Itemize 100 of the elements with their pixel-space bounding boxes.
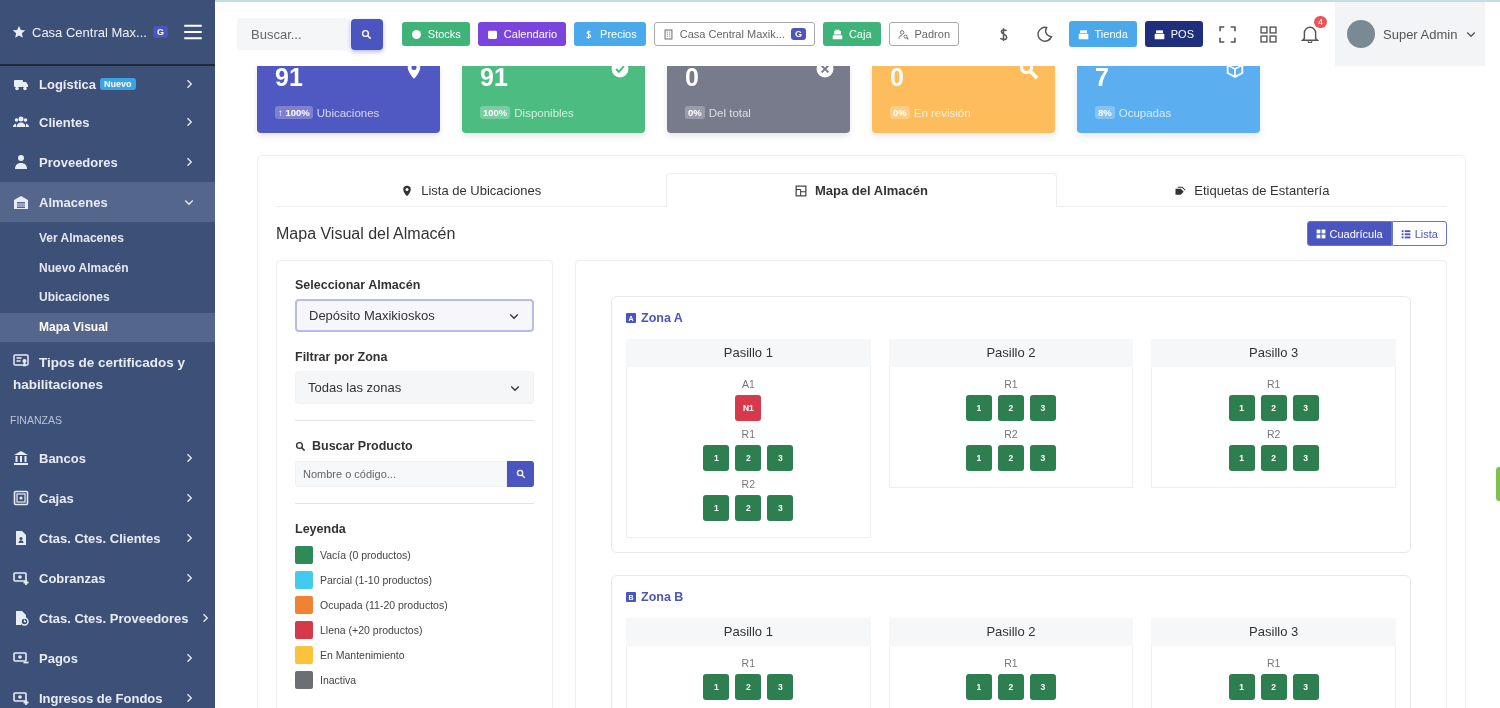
stat-badge: 0% — [890, 106, 910, 119]
sidebar-item[interactable]: Cajas — [0, 478, 215, 518]
sidebar-item[interactable]: Pagos — [0, 638, 215, 678]
aisle-header: Pasillo 1 — [626, 339, 871, 367]
sidebar-item[interactable]: Ctas. Ctes. Proveedores — [0, 598, 215, 638]
moon-icon — [1035, 25, 1053, 43]
location-cell[interactable]: 1 — [1228, 445, 1255, 471]
users-icon — [13, 114, 29, 130]
submenu-item[interactable]: Mapa Visual — [0, 312, 215, 342]
sidebar-item[interactable]: Bancos — [0, 438, 215, 478]
sidebar-item[interactable]: Ingresos de Fondos — [0, 678, 215, 708]
location-cell[interactable]: 3 — [1030, 395, 1056, 421]
notification-badge: 4 — [1314, 16, 1327, 28]
rack-label: R1 — [1004, 378, 1018, 390]
tab[interactable]: Lista de Ubicaciones — [276, 173, 667, 207]
location-cell[interactable]: 2 — [1260, 395, 1287, 421]
sidebar-item[interactable]: Clientes — [0, 102, 215, 142]
location-cell[interactable]: 2 — [998, 395, 1024, 421]
location-cell[interactable]: 1 — [966, 674, 992, 700]
search-button[interactable] — [350, 18, 383, 50]
section-title: Mapa Visual del Almacén — [276, 224, 456, 243]
location-cell[interactable]: 2 — [735, 445, 762, 471]
money-plus-icon — [13, 690, 29, 706]
submenu-item[interactable]: Nuevo Almacén — [0, 253, 215, 283]
toolbar-button[interactable]: Precios — [574, 22, 646, 46]
legend-title: Leyenda — [295, 522, 347, 536]
sidebar-item-label: Proveedores — [39, 154, 118, 170]
location-cell[interactable]: 1 — [966, 445, 992, 471]
submenu-item[interactable]: Ubicaciones — [0, 283, 215, 313]
toolbar-button[interactable]: Calendario — [477, 22, 567, 46]
sidebar-item[interactable]: Almacenes — [0, 182, 215, 222]
user-menu[interactable]: Super Admin — [1335, 2, 1485, 66]
new-badge: Nuevo — [100, 78, 136, 90]
field-label: Buscar Producto — [312, 439, 413, 453]
stat-value: 91 — [480, 66, 508, 88]
sidebar-item[interactable]: Logística Nuevo — [0, 66, 215, 102]
location-cell[interactable]: 2 — [735, 674, 762, 700]
tab[interactable]: Etiquetas de Estantería — [1056, 173, 1447, 207]
location-cell[interactable]: 3 — [1292, 674, 1319, 700]
submenu-item[interactable]: Ver Almacenes — [0, 224, 215, 254]
tab[interactable]: Mapa del Almacén — [666, 173, 1057, 207]
magnifier-icon — [1019, 66, 1039, 80]
bell-icon — [1301, 25, 1319, 43]
cash-register-icon — [1153, 28, 1165, 40]
toolbar-button[interactable]: Casa Central Maxik... G — [653, 22, 815, 46]
rack-label: R2 — [1004, 428, 1018, 440]
search-icon — [361, 28, 373, 40]
sidebar-item[interactable]: Cobranzas — [0, 558, 215, 598]
grid-icon — [1315, 228, 1326, 239]
location-cell[interactable]: 1 — [1228, 395, 1255, 421]
location-cell[interactable]: 2 — [998, 445, 1024, 471]
location-cell[interactable]: 2 — [998, 674, 1024, 700]
search-button[interactable] — [507, 461, 534, 487]
sidebar-item-label: Ingresos de Fondos — [39, 690, 163, 706]
toolbar-button[interactable]: POS — [1144, 21, 1203, 47]
location-cell[interactable]: 3 — [1292, 395, 1319, 421]
location-cell[interactable]: 3 — [1292, 445, 1319, 471]
stat-badge: 0% — [685, 106, 705, 119]
location-cell[interactable]: 3 — [1030, 445, 1056, 471]
branch-badge: G — [790, 28, 806, 40]
location-cell[interactable]: 1 — [703, 495, 730, 521]
rack-label: R1 — [741, 657, 756, 669]
warehouse-select[interactable]: Depósito Maxikioskos — [295, 299, 534, 332]
stat-value: 0 — [890, 66, 904, 88]
money-minus-icon — [13, 650, 29, 666]
location-cell[interactable]: 3 — [767, 495, 794, 521]
view-toggle-button[interactable]: Lista — [1391, 221, 1447, 246]
location-cell[interactable]: 3 — [767, 674, 794, 700]
legend-label: Vacía (0 productos) — [320, 548, 411, 561]
zone-select[interactable]: Todas las zonas — [295, 371, 534, 404]
sidebar-item[interactable]: Ctas. Ctes. Clientes — [0, 518, 215, 558]
product-search-field[interactable]: Nombre o código... — [295, 461, 507, 487]
building-icon — [662, 28, 674, 40]
stat-label: Ubicaciones — [316, 106, 380, 119]
view-toggle-button[interactable]: Cuadrícula — [1306, 221, 1392, 246]
location-cell[interactable]: 2 — [1260, 445, 1287, 471]
stat-value: 91 — [275, 66, 303, 88]
location-cell[interactable]: 1 — [703, 445, 730, 471]
toolbar-button[interactable]: Padron — [888, 22, 959, 46]
location-cell[interactable]: 3 — [767, 445, 794, 471]
sidebar-item[interactable]: Proveedores — [0, 142, 215, 182]
location-cell[interactable]: N1 — [735, 395, 762, 421]
location-cell[interactable]: 2 — [735, 495, 762, 521]
field-label: Seleccionar Almacén — [295, 278, 422, 292]
zone-title: Zona B — [641, 590, 684, 604]
bank-icon — [13, 450, 29, 466]
rack-label: A1 — [741, 378, 755, 390]
search-icon — [295, 440, 306, 452]
location-cell[interactable]: 1 — [703, 674, 730, 700]
location-cell[interactable]: 1 — [966, 395, 992, 421]
store-icon — [1077, 28, 1089, 40]
location-cell[interactable]: 2 — [1260, 674, 1287, 700]
sidebar-item[interactable]: Tipos de certificados y habilitaciones — [0, 344, 215, 404]
map-icon — [795, 184, 807, 197]
toolbar-button[interactable]: Stocks — [401, 22, 470, 46]
location-cell[interactable]: 1 — [1228, 674, 1255, 700]
sidebar-item-label: Ctas. Ctes. Clientes — [39, 530, 161, 546]
toolbar-button[interactable]: Tienda — [1068, 21, 1137, 47]
location-cell[interactable]: 3 — [1030, 674, 1056, 700]
toolbar-button[interactable]: Caja — [822, 22, 881, 46]
